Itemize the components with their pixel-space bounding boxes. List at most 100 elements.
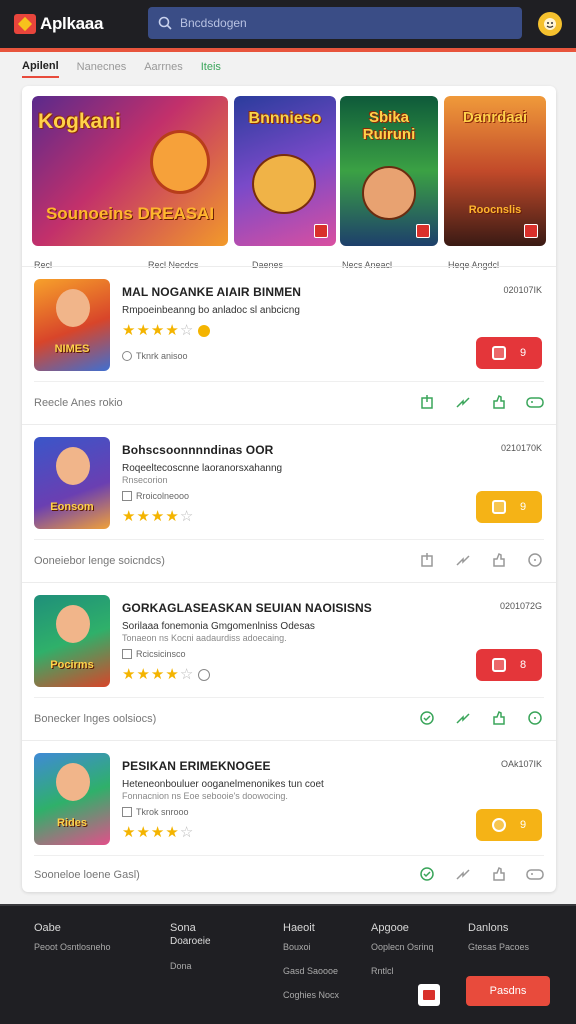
banner-badge-icon bbox=[314, 224, 328, 238]
app-icon: Rides bbox=[34, 753, 110, 845]
banner-featured-3[interactable]: Sbika Ruiruni bbox=[340, 96, 438, 248]
banner-art: Danrdaai Roocnslis bbox=[444, 96, 546, 246]
like-icon[interactable] bbox=[490, 709, 508, 727]
banner-featured-1[interactable]: Kogkani Sounoeins DREASAI bbox=[32, 96, 228, 248]
clock-icon[interactable] bbox=[526, 551, 544, 569]
footer-heading: Oabe bbox=[34, 922, 61, 934]
clock-icon[interactable] bbox=[526, 709, 544, 727]
install-button-label: 9 bbox=[519, 819, 527, 831]
search-input[interactable] bbox=[180, 16, 500, 30]
tab-1[interactable]: Nanecnes bbox=[77, 61, 127, 77]
app-meta-text: Tknrk anisoo bbox=[136, 351, 188, 361]
footer-link[interactable]: Doaroeie bbox=[170, 936, 211, 947]
footer-link[interactable]: Dona bbox=[170, 961, 211, 971]
tab-bar: Apilenl Nanecnes Aarrnes Iteis bbox=[22, 56, 556, 82]
row-footer-text: Ooneiebor lenge soicndcs) bbox=[34, 555, 165, 567]
site-footer: Oabe Peoot Osntlosneho Sona Doaroeie Don… bbox=[0, 904, 576, 1024]
thumbs-icon bbox=[122, 491, 132, 501]
row-action-icons bbox=[418, 393, 544, 411]
game-controller-icon[interactable] bbox=[526, 865, 544, 883]
thumbs-icon bbox=[122, 807, 132, 817]
tab-2[interactable]: Aarrnes bbox=[144, 61, 183, 77]
forward-icon[interactable] bbox=[454, 865, 472, 883]
like-icon[interactable] bbox=[490, 393, 508, 411]
star-half-icon: ★ bbox=[165, 322, 179, 339]
refresh-icon[interactable] bbox=[418, 865, 436, 883]
footer-heading: Apgooe bbox=[371, 922, 409, 934]
row-action-icons bbox=[418, 551, 544, 569]
app-meta: Tkrok snrooo bbox=[122, 807, 189, 817]
share-icon[interactable] bbox=[418, 393, 436, 411]
star-empty-icon: ☆ bbox=[179, 322, 194, 339]
banner-title: Sbika Ruiruni bbox=[362, 109, 416, 143]
footer-link[interactable]: Peoot Osntlosneho bbox=[34, 942, 111, 952]
footer-cta-button[interactable]: Pasdns bbox=[466, 976, 550, 1006]
app-list-item[interactable]: NIMES MAL NOGANKE AIAIR BINMEN 020107IK … bbox=[22, 266, 556, 424]
check-icon bbox=[122, 351, 132, 361]
footer-column: Sona Doaroeie Dona bbox=[170, 922, 211, 985]
install-button[interactable]: 9 bbox=[476, 491, 542, 523]
app-meta: Rcicsicinsco bbox=[122, 649, 186, 659]
banner-badge-icon bbox=[416, 224, 430, 238]
app-description-secondary: Rnsecorion bbox=[122, 475, 168, 485]
banner-featured-4[interactable]: Danrdaai Roocnslis bbox=[444, 96, 546, 248]
forward-icon[interactable] bbox=[454, 709, 472, 727]
app-title: Bohscsoonnnndinas OOR bbox=[122, 443, 274, 457]
install-button[interactable]: 9 bbox=[476, 337, 542, 369]
app-list-item[interactable]: Rides PESIKAN ERIMEKNOGEE OAk107IK Heten… bbox=[22, 740, 556, 892]
game-controller-icon[interactable] bbox=[526, 393, 544, 411]
star-icon: ★ bbox=[136, 666, 150, 683]
app-description-secondary: Tonaeon ns Kocni aadaurdiss adoecaing. bbox=[122, 633, 287, 643]
search-bar[interactable] bbox=[148, 7, 522, 39]
badge-glyph bbox=[423, 990, 435, 1000]
forward-icon[interactable] bbox=[454, 551, 472, 569]
footer-link[interactable]: Ooplecn Osrinq bbox=[371, 942, 434, 952]
footer-link[interactable]: Bouxoi bbox=[283, 942, 339, 952]
character-art bbox=[56, 289, 90, 327]
star-icon: ★ bbox=[150, 824, 165, 841]
row-action-icons bbox=[418, 865, 544, 883]
install-icon bbox=[491, 346, 506, 360]
logo-mark-icon bbox=[14, 14, 36, 34]
like-icon[interactable] bbox=[490, 865, 508, 883]
footer-column: Apgooe Ooplecn Osrinq Rntlcl bbox=[371, 922, 434, 990]
footer-link[interactable]: Coghies Nocx bbox=[283, 990, 339, 1000]
banner-featured-2[interactable]: Bnnnieso bbox=[234, 96, 336, 248]
app-list-item[interactable]: Pocirms GORKAGLASEASKAN SEUIAN NAOISISNS… bbox=[22, 582, 556, 740]
star-empty-icon: ☆ bbox=[179, 666, 194, 683]
app-date: OAk107IK bbox=[500, 759, 542, 769]
star-icon: ★ bbox=[122, 508, 136, 525]
app-icon-label: Rides bbox=[57, 817, 87, 829]
store-badge-icon[interactable] bbox=[418, 984, 440, 1006]
row-footer-text: Sooneloe loene Gasl) bbox=[34, 869, 140, 881]
install-icon bbox=[491, 818, 506, 832]
forward-icon[interactable] bbox=[454, 393, 472, 411]
logo-text: Aplkaaa bbox=[40, 14, 104, 33]
footer-link[interactable]: Gasd Saoooe bbox=[283, 966, 339, 976]
app-list-item[interactable]: Eonsom Bohscsoonnnndinas OOR 0210170K Ro… bbox=[22, 424, 556, 582]
install-button-label: 9 bbox=[519, 501, 527, 513]
app-logo[interactable]: Aplkaaa bbox=[14, 14, 103, 34]
footer-link[interactable]: Gtesas Pacoes bbox=[468, 942, 529, 952]
like-icon[interactable] bbox=[490, 551, 508, 569]
app-date: 0201072G bbox=[499, 601, 542, 611]
tab-0[interactable]: Apilenl bbox=[22, 60, 59, 78]
character-art bbox=[56, 763, 90, 801]
user-avatar-button[interactable] bbox=[538, 12, 562, 36]
banner-subtitle: Roocnslis bbox=[468, 204, 522, 216]
banner-art: Kogkani Sounoeins DREASAI bbox=[32, 96, 228, 246]
gamepad-badge-icon bbox=[198, 669, 211, 681]
app-icon-label: Pocirms bbox=[50, 659, 94, 671]
refresh-icon[interactable] bbox=[418, 709, 436, 727]
tab-3[interactable]: Iteis bbox=[201, 61, 221, 77]
install-button[interactable]: 8 bbox=[476, 649, 542, 681]
footer-link[interactable]: Rntlcl bbox=[371, 966, 434, 976]
install-button[interactable]: 9 bbox=[476, 809, 542, 841]
app-date: 020107IK bbox=[503, 285, 542, 295]
rating-stars: ★ ★ ★ ★ ☆ bbox=[122, 322, 211, 339]
share-icon[interactable] bbox=[418, 551, 436, 569]
banner-subtitle: Sounoeins DREASAI bbox=[45, 204, 215, 223]
star-half-icon: ★ bbox=[165, 666, 179, 683]
app-title: GORKAGLASEASKAN SEUIAN NAOISISNS bbox=[122, 601, 372, 615]
star-icon: ★ bbox=[136, 824, 150, 841]
